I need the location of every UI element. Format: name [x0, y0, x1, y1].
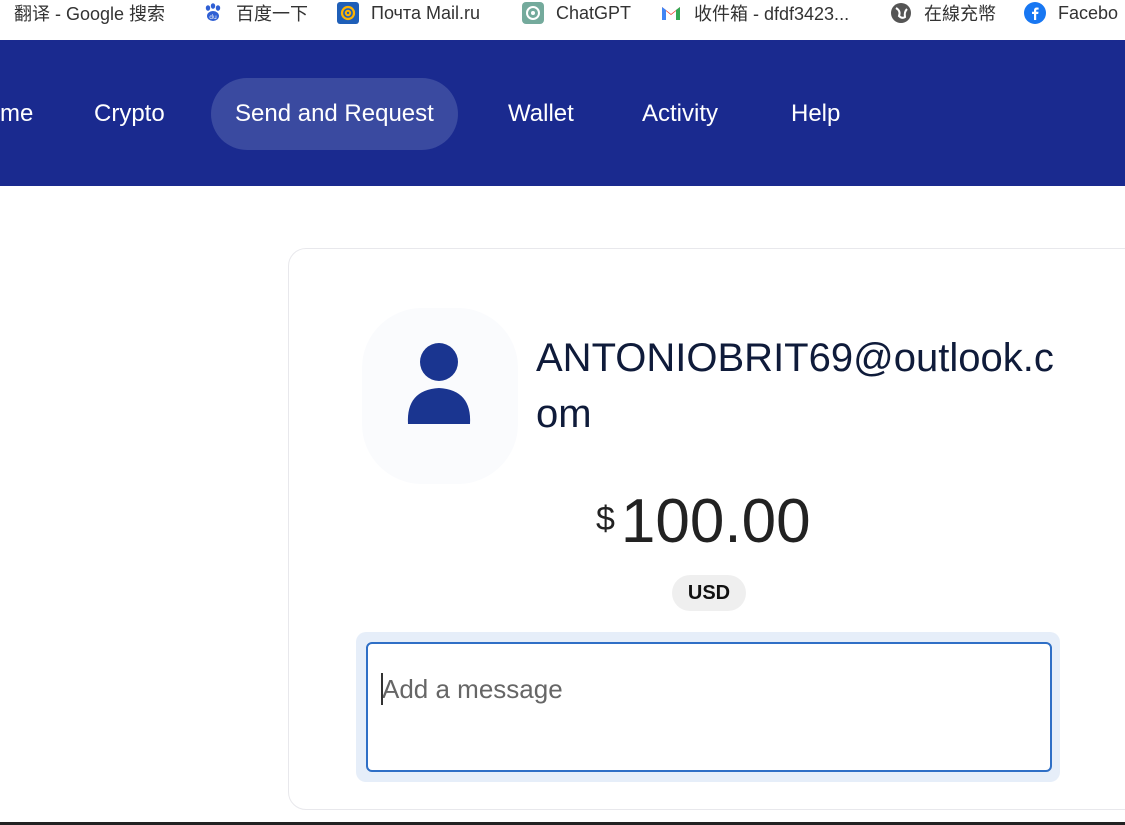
bookmarks-bar: 翻译 - Google 搜索 du 百度一下 Почта Mail.ru Cha… — [0, 0, 1125, 38]
main-nav: me Crypto Send and Request Wallet Activi… — [0, 40, 1125, 186]
baidu-icon: du — [202, 2, 224, 24]
nav-item-activity[interactable]: Activity — [642, 78, 718, 150]
bookmark-label: 百度一下 — [236, 4, 308, 24]
recipient-email: ANTONIOBRIT69@outlook.com — [536, 336, 1054, 436]
bookmark-label: Facebo — [1058, 2, 1119, 23]
svg-text:du: du — [209, 14, 217, 21]
chatgpt-icon — [522, 2, 544, 24]
gmail-icon — [660, 2, 682, 24]
bookmark-deposit[interactable]: 在線充幣 — [890, 0, 996, 26]
bookmark-label: 在線充幣 — [924, 4, 996, 24]
facebook-icon — [1024, 2, 1046, 24]
globe-icon — [890, 2, 912, 24]
amount-display[interactable]: $ 100.00 — [596, 482, 811, 562]
currency-selector[interactable]: USD — [672, 575, 746, 611]
bookmark-mailru[interactable]: Почта Mail.ru — [337, 0, 480, 26]
bookmark-google-translate[interactable]: 翻译 - Google 搜索 — [14, 0, 165, 26]
nav-item-home[interactable]: me — [0, 78, 33, 150]
bookmark-facebook[interactable]: Facebo — [1024, 0, 1118, 26]
bookmark-gmail[interactable]: 收件箱 - dfdf3423... — [660, 0, 849, 26]
bookmark-label: 翻译 - Google 搜索 — [14, 4, 166, 24]
text-caret — [381, 673, 383, 705]
nav-item-wallet[interactable]: Wallet — [508, 78, 574, 150]
nav-item-send-and-request[interactable]: Send and Request — [211, 78, 458, 150]
bookmark-label: Почта Mail.ru — [371, 2, 480, 23]
nav-item-crypto[interactable]: Crypto — [94, 78, 165, 150]
bookmark-label: ChatGPT — [556, 2, 632, 23]
nav-item-help[interactable]: Help — [791, 78, 840, 150]
bookmark-label: 收件箱 - dfdf3423... — [694, 4, 850, 24]
amount-value: 100.00 — [620, 487, 811, 556]
mailru-icon — [337, 2, 359, 24]
user-avatar-icon — [404, 340, 474, 428]
bookmark-baidu[interactable]: du 百度一下 — [202, 0, 308, 26]
currency-symbol: $ — [596, 500, 615, 538]
bookmark-chatgpt[interactable]: ChatGPT — [522, 0, 631, 26]
message-input[interactable] — [366, 642, 1052, 772]
